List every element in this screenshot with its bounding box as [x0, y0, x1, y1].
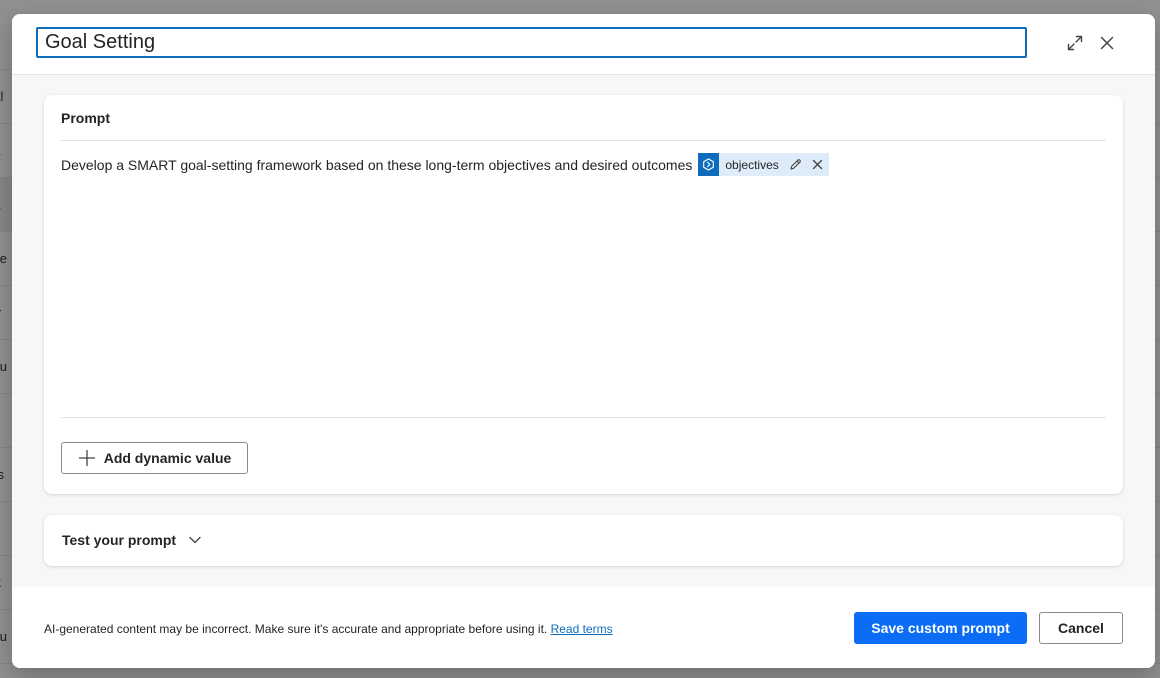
expand-button[interactable]	[1062, 30, 1088, 56]
dialog-footer: AI-generated content may be incorrect. M…	[12, 587, 1155, 668]
ai-disclaimer: AI-generated content may be incorrect. M…	[44, 622, 613, 636]
divider	[61, 140, 1106, 141]
custom-prompt-dialog: Prompt Develop a SMART goal-setting fram…	[12, 14, 1155, 668]
close-icon	[1100, 36, 1114, 50]
close-button[interactable]	[1094, 30, 1120, 56]
dialog-body: Prompt Develop a SMART goal-setting fram…	[12, 75, 1155, 587]
edit-token-button[interactable]	[785, 153, 807, 176]
dialog-header	[12, 14, 1155, 75]
plus-icon	[78, 449, 96, 467]
prompt-name-input[interactable]	[36, 27, 1027, 58]
token-label: objectives	[725, 157, 779, 172]
prompt-text[interactable]: Develop a SMART goal-setting framework b…	[61, 157, 692, 173]
expand-icon	[1067, 35, 1083, 51]
dynamic-value-icon	[698, 153, 720, 176]
add-dynamic-value-label: Add dynamic value	[103, 450, 232, 466]
prompt-card-title: Prompt	[61, 110, 110, 126]
disclaimer-text: AI-generated content may be incorrect. M…	[44, 622, 548, 636]
remove-token-button[interactable]	[807, 153, 829, 176]
read-terms-link[interactable]: Read terms	[551, 622, 613, 636]
close-icon	[813, 159, 823, 170]
divider	[61, 417, 1106, 418]
dynamic-value-token[interactable]: objectives	[698, 153, 829, 176]
prompt-editor[interactable]: Develop a SMART goal-setting framework b…	[61, 153, 829, 176]
test-prompt-card: Test your prompt	[44, 515, 1123, 566]
test-prompt-label: Test your prompt	[62, 532, 177, 548]
cancel-button[interactable]: Cancel	[1039, 612, 1123, 644]
save-custom-prompt-button[interactable]: Save custom prompt	[854, 612, 1027, 644]
test-prompt-toggle[interactable]: Test your prompt	[62, 532, 202, 548]
chevron-down-icon	[188, 533, 202, 547]
add-dynamic-value-button[interactable]: Add dynamic value	[61, 442, 248, 474]
prompt-card: Prompt Develop a SMART goal-setting fram…	[44, 95, 1123, 494]
pencil-icon	[790, 159, 802, 170]
